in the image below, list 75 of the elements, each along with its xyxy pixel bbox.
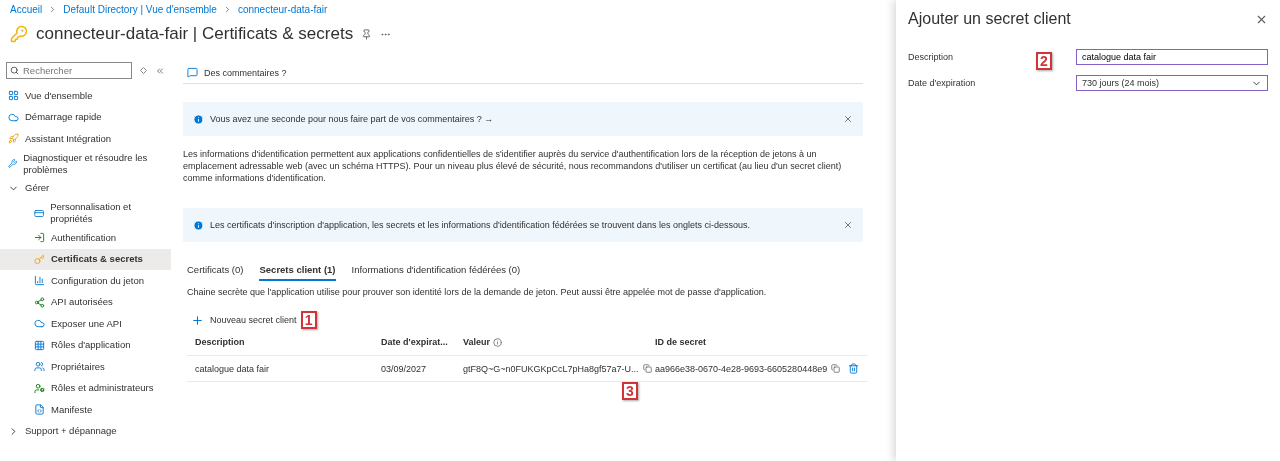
banner-text: Vous avez une seconde pour nous faire part de vos commentaires ? →: [210, 114, 495, 124]
cloud-icon: [34, 318, 45, 330]
tab-description: Chaine secrète que l'application utilise pour prouver son identité lors de la demande de jeton. Peut aussi être appelée mot de passe d'application.: [187, 287, 768, 297]
nav-item[interactable]: Configuration du jeton: [0, 270, 171, 292]
breadcrumb-link[interactable]: Accueil: [10, 4, 43, 15]
info-icon: [193, 113, 204, 125]
plus-icon: [191, 313, 204, 327]
column-header: Date d'expirat...: [373, 329, 455, 356]
breadcrumb-link[interactable]: connecteur-data-fair: [237, 4, 328, 15]
callout-number: 2: [1036, 52, 1052, 70]
search-field[interactable]: Rechercher: [6, 62, 132, 79]
collapse-icon[interactable]: [155, 65, 165, 76]
key-icon: [34, 253, 45, 265]
nav-item[interactable]: Rôles et administrateurs: [0, 377, 171, 399]
nav-group[interactable]: Gérer: [0, 177, 171, 199]
nav-item[interactable]: Certificats & secrets: [0, 248, 171, 270]
bars-icon: [34, 275, 45, 287]
sign-in-icon: [34, 232, 45, 244]
delete-icon[interactable]: [848, 363, 860, 374]
new-secret-button[interactable]: Nouveau secret client: [191, 313, 297, 327]
field-label: Description: [908, 52, 954, 62]
column-header: Valeur: [455, 329, 647, 356]
cloud-icon: [8, 111, 19, 123]
table-cell: gtF8Q~G~n0FUKGKpCcL7pHa8gf57a7-U...: [455, 356, 647, 382]
nav-item[interactable]: Authentification: [0, 227, 171, 249]
document-icon: [34, 404, 45, 416]
tab[interactable]: Informations d'identification fédérées (0): [351, 258, 521, 281]
field-label: Date d'expiration: [908, 78, 976, 88]
nav-item[interactable]: Personnalisation et propriétés: [0, 199, 171, 227]
table-cell: 03/09/2027: [373, 356, 455, 382]
nav-item[interactable]: Propriétaires: [0, 356, 171, 378]
page-title: connecteur-data-fair | Certificats & secrets: [36, 24, 354, 44]
nav-item[interactable]: Rôles d'application: [0, 334, 171, 356]
table-cell: aa966e38-0670-4e28-9693-6605280448e9: [647, 356, 841, 382]
nav-item[interactable]: Assistant Intégration: [0, 128, 171, 150]
close-icon[interactable]: [843, 220, 853, 230]
info-icon: [493, 337, 503, 347]
pin-icon[interactable]: [361, 28, 373, 40]
grid-icon: [34, 339, 45, 351]
description-field[interactable]: catalogue data fair: [1076, 49, 1268, 65]
card-icon: [34, 207, 45, 219]
grid-icon: [8, 90, 19, 102]
expiration-dropdown[interactable]: 730 jours (24 mois): [1076, 75, 1268, 91]
diamond-icon[interactable]: [140, 67, 147, 74]
key-icon: [10, 25, 28, 43]
tab[interactable]: Secrets client (1): [259, 258, 336, 281]
callout-number: 3: [622, 382, 638, 400]
feedback-icon: [187, 67, 198, 78]
rocket-icon: [8, 133, 19, 145]
tab[interactable]: Certificats (0): [187, 258, 244, 281]
table-cell: catalogue data fair: [187, 356, 373, 382]
panel-title: Ajouter un secret client: [908, 10, 1071, 28]
callout-number: 1: [300, 311, 317, 329]
nav-item[interactable]: Démarrage rapide: [0, 106, 171, 128]
column-header: ID de secret: [647, 329, 841, 356]
close-icon[interactable]: [843, 114, 853, 124]
nav-group[interactable]: Support + dépannage: [0, 420, 171, 442]
copy-icon[interactable]: [831, 364, 841, 373]
user-icon: [34, 382, 45, 394]
column-header: Description: [187, 329, 373, 356]
nav-item[interactable]: Diagnostiquer et résoudre les problèmes: [0, 149, 171, 178]
nav-item[interactable]: API autorisées: [0, 291, 171, 313]
users-icon: [34, 361, 45, 373]
breadcrumb-link[interactable]: Default Directory | Vue d'ensemble: [63, 4, 217, 15]
nav-item[interactable]: Vue d'ensemble: [0, 85, 171, 107]
intro-text: Les informations d'identification permettent aux applications confidentielles de s'identifier auprès du service d'authentification lors de la réception de jetons à un emplacement adressable web (avec un schéma HTTPS). Pour un niveau plus élevé de sécurité, nous recommandons d'utiliser un certificat (au lieu d'un secret client) comme informations d'identification.: [183, 148, 843, 184]
nav-item[interactable]: Manifeste: [0, 399, 171, 421]
banner-text: Les certificats d'inscription d'application, les secrets et les informations d'identification fédérées se trouvent dans les onglets ci-dessous.: [210, 220, 751, 230]
copy-icon[interactable]: [642, 364, 652, 373]
search-icon: [10, 66, 19, 75]
wrench-icon: [8, 158, 18, 169]
nav-item[interactable]: Exposer une API: [0, 313, 171, 335]
info-icon: [193, 219, 204, 231]
connector-icon: [34, 296, 45, 308]
feedback-button[interactable]: Des commentaires ?: [187, 67, 287, 78]
